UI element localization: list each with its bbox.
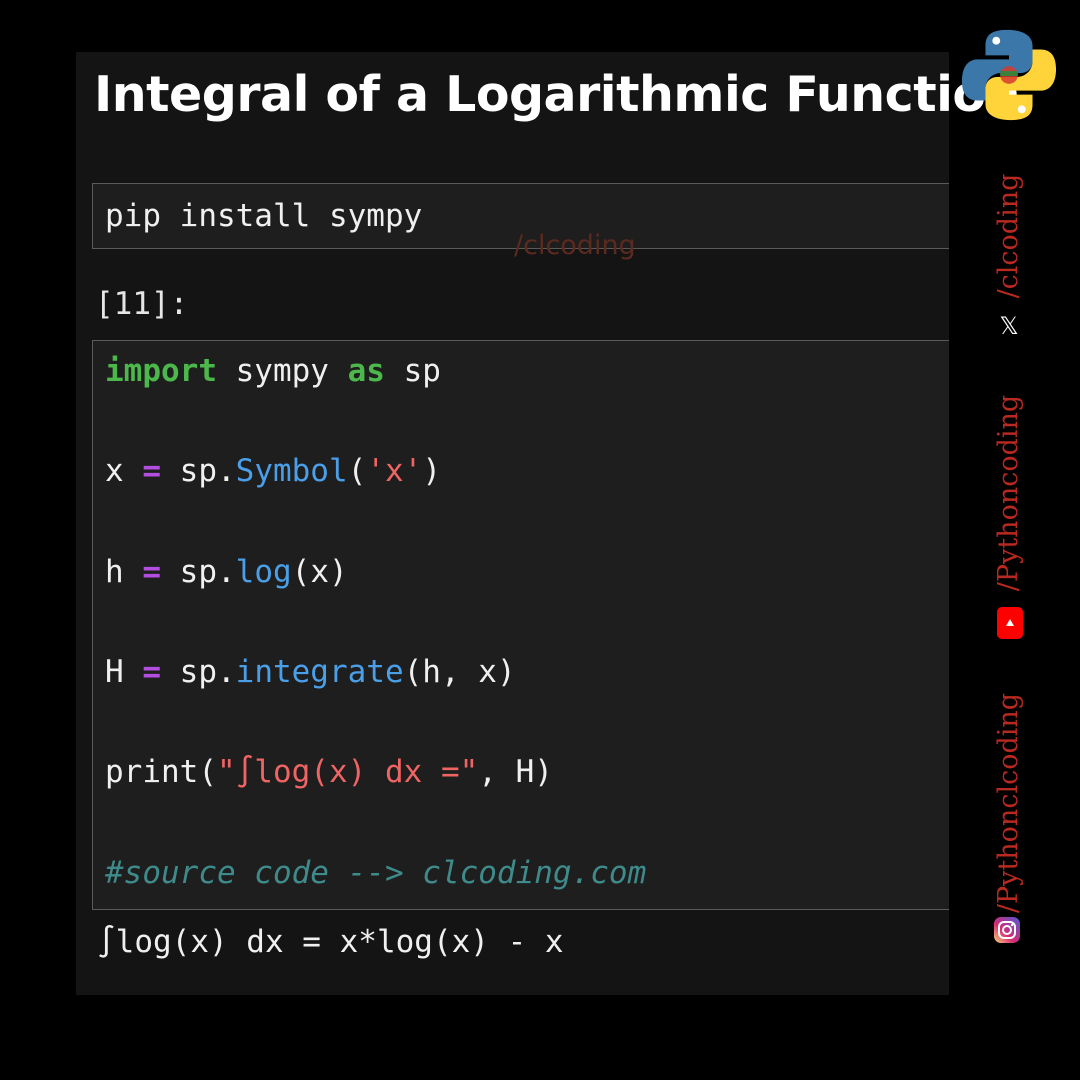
function-name: Symbol [235, 453, 348, 489]
python-logo-icon [961, 29, 1057, 121]
youtube-handle[interactable]: /Pythoncoding [992, 393, 1026, 593]
code-text: ) [422, 453, 441, 489]
code-line-import: import sympy as sp [105, 353, 441, 397]
code-text: sp [384, 353, 441, 389]
page-title: Integral of a Logarithmic Function [94, 66, 1020, 123]
code-line-print: print("∫log(x) dx =", H) [105, 754, 553, 798]
function-name: integrate [235, 654, 404, 690]
code-text: , H) [478, 754, 553, 790]
x-icon: 𝕏 [999, 312, 1019, 340]
code-text: sp. [161, 554, 236, 590]
code-cell[interactable]: import sympy as sp x = sp.Symbol('x') h … [92, 340, 949, 910]
code-text: H [105, 654, 143, 690]
x-handle[interactable]: /clcoding [992, 136, 1026, 336]
code-text: (h, x) [403, 654, 516, 690]
code-line-integrate: H = sp.integrate(h, x) [105, 654, 516, 698]
instagram-icon [994, 917, 1020, 943]
youtube-icon [997, 607, 1023, 639]
code-text: sp. [161, 453, 236, 489]
code-text: sympy [216, 353, 348, 389]
keyword-as: as [347, 353, 385, 389]
operator: = [142, 554, 161, 590]
cell-output: ∫log(x) dx = x*log(x) - x [97, 924, 564, 960]
code-text: print( [105, 754, 217, 790]
code-text: ( [347, 453, 367, 489]
code-line-symbol: x = sp.Symbol('x') [105, 453, 441, 497]
function-name: log [235, 554, 292, 590]
keyword-import: import [105, 353, 217, 389]
operator: = [142, 654, 161, 690]
code-text: sp. [161, 654, 236, 690]
cell-prompt: [11]: [95, 286, 189, 322]
install-command: pip install sympy [105, 198, 423, 234]
string-literal: 'x' [366, 453, 423, 489]
watermark: /clcoding [514, 230, 636, 261]
code-line-comment: #source code --> clcoding.com [105, 855, 647, 891]
code-text: h [105, 554, 143, 590]
notebook-panel: Integral of a Logarithmic Function pip i… [76, 52, 1020, 995]
string-literal: "∫log(x) dx =" [216, 754, 479, 790]
instagram-handle[interactable]: /Pythonclcoding [992, 678, 1026, 928]
code-text: (x) [291, 554, 348, 590]
operator: = [142, 453, 161, 489]
code-line-log: h = sp.log(x) [105, 554, 348, 598]
code-text: x [105, 453, 143, 489]
